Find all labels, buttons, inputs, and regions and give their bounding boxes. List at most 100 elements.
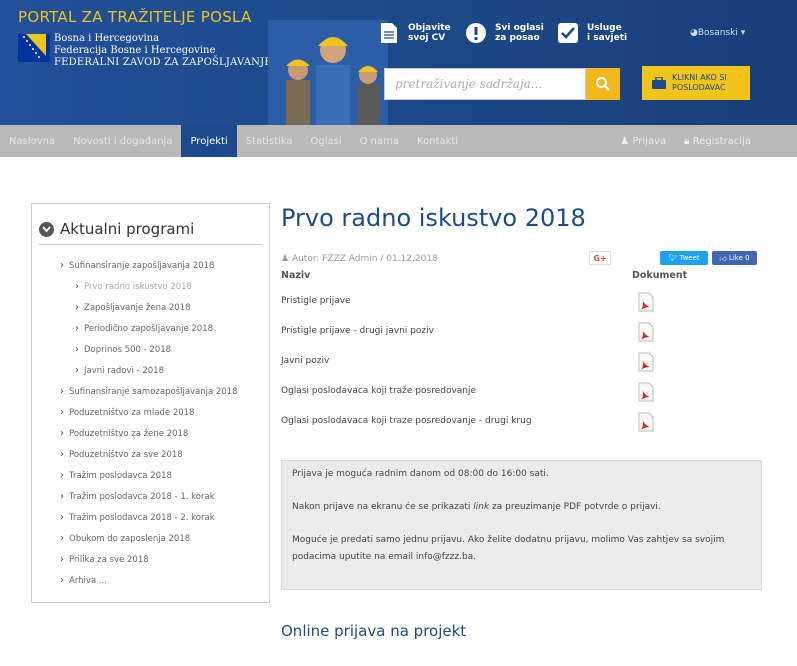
sidebar-item[interactable]: › Doprinos 500 - 2018 [75,344,171,355]
info-email-note: podacima uputite na email info@fzzz.ba. [292,552,477,562]
checkbox-icon [557,22,579,44]
nav-item-projects[interactable]: Projekti [181,125,237,157]
info-single-application: Moguće je predati samo jednu prijavu. Ak… [292,535,725,545]
tweet-label: Tweet [679,254,700,262]
bih-flag-icon [18,34,50,62]
chevron-right-icon: › [75,302,79,313]
sidebar-item-label: Tražim poslodavca 2018 - 2. korak [69,512,215,523]
sidebar-item[interactable]: › Prvo radno iskustvo 2018 [75,281,192,292]
sidebar-item[interactable]: › Javni radovi - 2018 [75,365,164,376]
tweet-button[interactable]: 🐦︎ Tweet [660,251,708,265]
sidebar-item[interactable]: › Tražim poslodavca 2018 - 1. korak [60,491,215,502]
search-placeholder: pretraživanje sadržaja... [395,77,543,91]
employer-label-1: KLIKNI AKO SI [672,73,727,82]
login-link[interactable]: ♟ Prijava [620,136,666,147]
caret-down-icon: ▾ [740,28,746,38]
twitter-bird-icon: 🐦︎ [668,254,680,262]
employer-label-2: POSLODAVAC [672,83,726,92]
workers-illustration [268,20,388,125]
document-row-label: Oglasi poslodavaca koji traze posredovan… [281,416,532,426]
pdf-icon[interactable] [637,352,655,372]
info-link-note-post: za preuzimanje PDF potvrde o prijavi. [489,502,661,512]
sidebar-heading: Aktualni programi [39,220,194,238]
sidebar-item[interactable]: › Tražim poslodavca 2018 - 2. korak [60,512,215,523]
services-label-2: i savjeti [587,33,628,43]
sidebar-item[interactable]: › Arhiva ... [60,575,107,586]
nav-item-home[interactable]: Naslovna [0,125,64,157]
document-row-label: Javni poziv [281,356,330,366]
org-line-institute: FEDERALNI ZAVOD ZA ZAPOŠLJAVANJE [54,57,272,68]
pdf-icon[interactable] [637,412,655,432]
search-input[interactable]: pretraživanje sadržaja... [384,68,586,100]
sidebar-item[interactable]: › Prilika za sve 2018 [60,554,149,565]
lock-icon: 🔒︎ [684,135,690,147]
org-line-country: Bosna i Hercegovina [54,33,160,44]
sidebar-item-label: Poduzetništvo za sve 2018 [69,449,183,460]
register-link[interactable]: 🔒︎ Registracija [684,136,751,147]
sidebar-item[interactable]: › Sufinansiranje samozapošljavanja 2018 [60,386,238,397]
document-icon [378,22,400,44]
author-line: ♟ Autor: FZZZ Admin / 01.12.2018 [281,254,438,264]
sidebar-item[interactable]: › Tražim poslodavca 2018 [60,470,172,481]
chevron-right-icon: › [60,554,64,565]
services-label-1: Usluge [587,23,622,33]
main-nav: Naslovna Novosti i događanja Projekti St… [0,125,797,157]
post-cv-button[interactable]: Objavite svoj CV [378,22,451,44]
column-header-name: Naziv [281,270,311,281]
sidebar-item[interactable]: › Poduzetništvo za mlade 2018 [60,407,194,418]
sidebar-item[interactable]: › Obukom do zaposlenja 2018 [60,533,190,544]
pdf-icon[interactable] [637,322,655,342]
org-line-federation: Federacija Bosne i Hercegovine [54,45,216,56]
account-links: ♟ Prijava 🔒︎ Registracija [620,125,751,157]
chevron-right-icon: › [60,386,64,397]
author-text: Autor: FZZZ Admin / 01.12.2018 [291,254,438,264]
nav-item-statistics[interactable]: Statistika [237,125,302,157]
thumbs-up-icon: 👍︎ [719,254,729,263]
document-row-label: Oglasi poslodavaca koji traže posredovan… [281,386,477,396]
services-button[interactable]: Usluge i savjeti [557,22,627,44]
online-application-heading: Online prijava na projekt [281,622,467,640]
sidebar-item-label: Poduzetništvo za mlade 2018 [69,407,195,418]
user-icon: ♟ [281,254,292,264]
sidebar-title: Aktualni programi [60,220,195,238]
nav-item-news[interactable]: Novosti i događanja [64,125,181,157]
employer-button[interactable]: KLIKNI AKO SI POSLODAVAC [642,66,750,100]
facebook-like-button[interactable]: 👍︎ Like 0 [712,251,757,265]
globe-icon: ◕ [690,28,698,38]
info-box: Prijava je moguća radnim danom od 08:00 … [281,460,762,590]
user-icon: ♟ [620,135,630,147]
programs-sidebar: Aktualni programi › Sufinansiranje zapošl… [31,203,270,603]
nav-item-contacts[interactable]: Kontakti [408,125,467,157]
all-ads-button[interactable]: Svi oglasi za posao [465,22,544,44]
sidebar-item-label: Tražim poslodavca 2018 - 1. korak [69,491,215,502]
document-row-label: Pristigle prijave [281,296,351,306]
chevron-right-icon: › [60,449,64,460]
sidebar-item[interactable]: › Zapošljavanje žena 2018 [75,302,191,313]
post-cv-label-2: svoj CV [408,33,446,43]
sidebar-item-label: Sufinansiranje samozapošljavanja 2018 [69,386,238,397]
portal-title[interactable]: PORTAL ZA TRAŽITELJE POSLA [18,8,252,26]
column-header-document: Dokument [632,270,688,281]
google-plus-button[interactable]: G+ [589,251,611,265]
chevron-right-icon: › [60,470,64,481]
chevron-right-icon: › [75,365,79,376]
nav-item-about[interactable]: O nama [351,125,408,157]
nav-item-ads[interactable]: Oglasi [302,125,351,157]
pdf-icon[interactable] [637,292,655,312]
register-label: Registracija [692,135,751,147]
search-button[interactable] [586,68,620,100]
login-label: Prijava [632,135,667,147]
chevron-right-icon: › [60,575,64,586]
sidebar-item[interactable]: › Poduzetništvo za žene 2018 [60,428,188,439]
org-name: Bosna i Hercegovina Federacija Bosne i H… [54,33,272,69]
sidebar-item[interactable]: › Periodično zapošljavanje 2018 [75,323,213,334]
info-link-note: Nakon prijave na ekranu će se prikazati … [292,500,661,515]
sidebar-item[interactable]: › Poduzetništvo za sve 2018 [60,449,183,460]
sidebar-item[interactable]: › Sufinansiranje zapošljavanja 2018 [60,260,214,271]
chevron-right-icon: › [60,491,64,502]
chevron-right-icon: › [60,407,64,418]
info-link-note-em: link [473,502,490,512]
pdf-icon[interactable] [637,382,655,402]
language-selector[interactable]: ◕Bosanski ▾ [690,28,745,38]
chevron-right-icon: › [60,533,64,544]
